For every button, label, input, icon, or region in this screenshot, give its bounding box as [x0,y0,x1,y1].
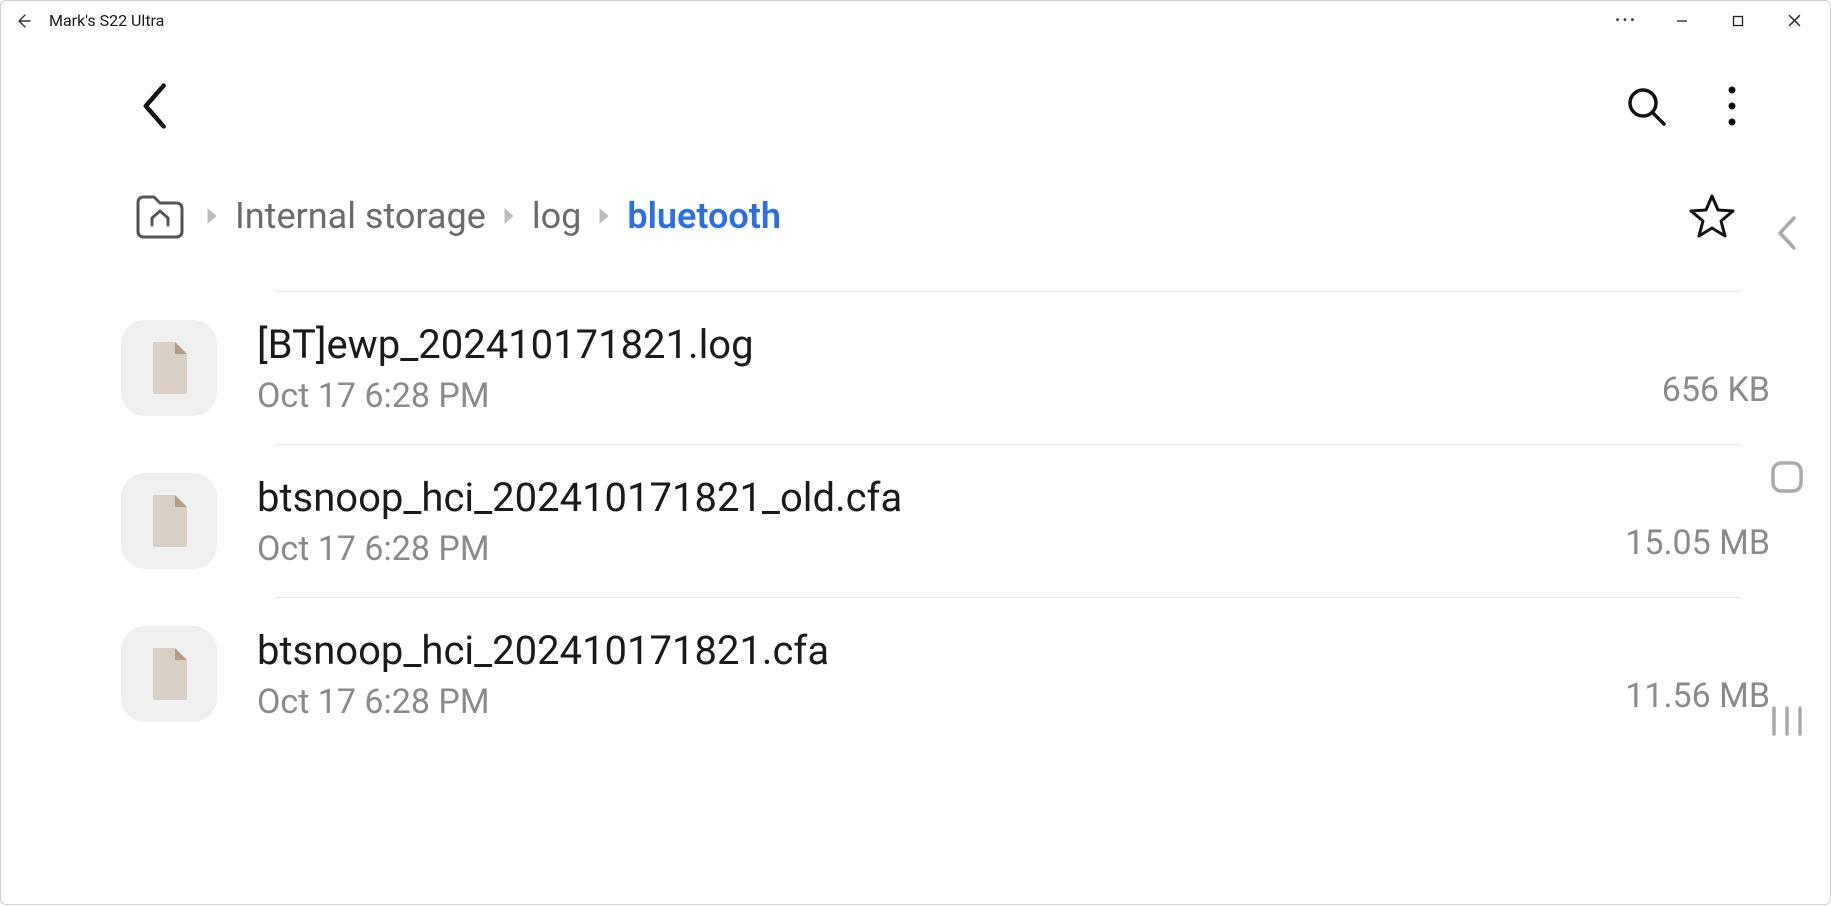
file-date: Oct 17 6:28 PM [257,682,1605,722]
chevron-right-icon [502,207,516,225]
favorite-button[interactable] [1684,188,1740,244]
home-folder-icon [132,191,188,241]
recents-icon [1770,706,1804,736]
nav-home-button[interactable] [1765,455,1809,499]
breadcrumb-separator [498,207,520,225]
breadcrumb-separator [201,207,223,225]
nav-recents-button[interactable] [1765,699,1809,743]
file-icon [121,473,217,569]
file-text-group: btsnoop_hci_202410171821.cfa Oct 17 6:28… [257,626,1605,722]
titlebar-right: ··· [1598,1,1822,41]
app-header [1,41,1830,171]
minimize-icon [1676,15,1688,27]
file-name: [BT]ewp_202410171821.log [257,320,1642,370]
breadcrumb-item-internal-storage[interactable]: Internal storage [235,195,486,237]
file-size: 15.05 MB [1625,523,1770,569]
file-date: Oct 17 6:28 PM [257,529,1605,569]
breadcrumb-home[interactable] [131,190,189,242]
window-minimize-button[interactable] [1654,1,1710,41]
file-date: Oct 17 6:28 PM [257,376,1642,416]
breadcrumb-item-log[interactable]: log [532,195,582,237]
file-list: [BT]ewp_202410171821.log Oct 17 6:28 PM … [1,291,1830,750]
file-size: 656 KB [1662,370,1770,416]
arrow-left-icon [15,13,31,29]
document-icon [145,646,193,702]
search-button[interactable] [1618,78,1674,134]
breadcrumb-separator [593,207,615,225]
titlebar-more-button[interactable]: ··· [1598,1,1654,41]
app-back-button[interactable] [131,81,181,131]
chevron-left-icon [1776,216,1798,250]
window-title: Mark's S22 Ultra [49,11,164,30]
titlebar-left: Mark's S22 Ultra [9,7,164,35]
file-row[interactable]: [BT]ewp_202410171821.log Oct 17 6:28 PM … [1,292,1830,444]
breadcrumb-item-bluetooth[interactable]: bluetooth [627,195,781,237]
close-icon [1788,14,1801,27]
file-icon [121,626,217,722]
file-size: 11.56 MB [1625,676,1770,722]
more-options-button[interactable] [1704,78,1760,134]
maximize-icon [1732,15,1744,27]
chevron-left-icon [139,83,173,129]
file-text-group: btsnoop_hci_202410171821_old.cfa Oct 17 … [257,473,1605,569]
window-titlebar: Mark's S22 Ultra ··· [1,1,1830,41]
file-text-group: [BT]ewp_202410171821.log Oct 17 6:28 PM [257,320,1642,416]
document-icon [145,493,193,549]
chevron-right-icon [205,207,219,225]
document-icon [145,340,193,396]
window-maximize-button[interactable] [1710,1,1766,41]
window-close-button[interactable] [1766,1,1822,41]
titlebar-back-button[interactable] [9,7,37,35]
breadcrumb: Internal storage log bluetooth [1,171,1830,261]
square-outline-icon [1770,460,1804,494]
file-row[interactable]: btsnoop_hci_202410171821_old.cfa Oct 17 … [1,445,1830,597]
file-row[interactable]: btsnoop_hci_202410171821.cfa Oct 17 6:28… [1,598,1830,750]
device-nav-bar [1762,211,1812,743]
file-icon [121,320,217,416]
app-content: Internal storage log bluetooth [1,41,1830,906]
star-icon [1688,192,1736,240]
chevron-right-icon [597,207,611,225]
file-name: btsnoop_hci_202410171821.cfa [257,626,1605,676]
nav-back-button[interactable] [1765,211,1809,255]
file-name: btsnoop_hci_202410171821_old.cfa [257,473,1605,523]
search-icon [1624,84,1668,128]
kebab-icon [1727,85,1737,127]
